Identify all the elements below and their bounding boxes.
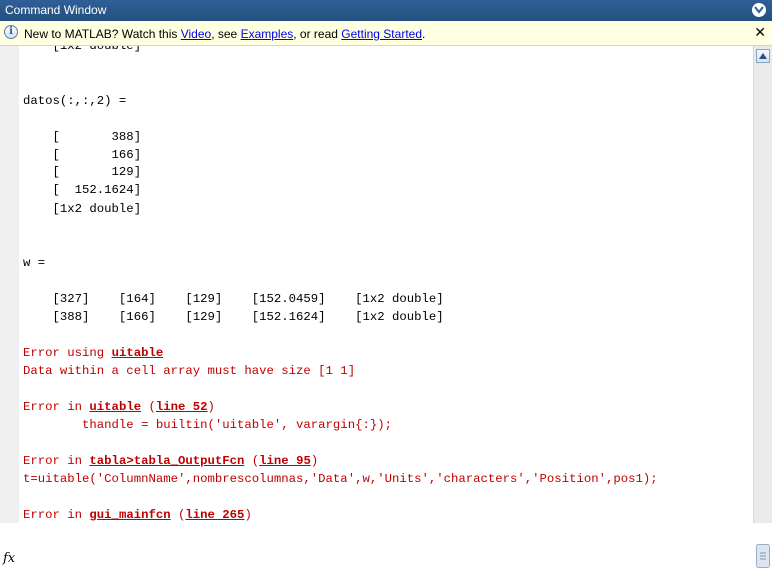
error-message: Data within a cell array must have size … <box>23 364 356 378</box>
banner-mid1: , see <box>211 27 241 41</box>
error-prefix: Error in <box>23 454 90 468</box>
error-function-link[interactable]: uitable <box>89 400 141 414</box>
new-to-matlab-banner: i New to MATLAB? Watch this Video, see E… <box>0 21 772 46</box>
banner-prefix: New to MATLAB? Watch this <box>24 27 181 41</box>
video-link[interactable]: Video <box>181 27 211 41</box>
prompt-gutter: fx <box>0 46 19 566</box>
error-source-line: thandle = builtin('uitable', varargin{:}… <box>23 418 392 432</box>
error-line-link[interactable]: line 95 <box>259 454 311 468</box>
info-icon: i <box>4 25 18 39</box>
scroll-up-arrow-icon[interactable] <box>756 49 770 63</box>
scrollbar-thumb[interactable] <box>756 544 770 568</box>
output-line: [388] [166] [129] [152.1624] [1x2 double… <box>23 310 444 324</box>
error-function-link[interactable]: gui_mainfcn <box>89 508 170 522</box>
output-line: datos(:,:,2) = <box>23 94 127 108</box>
error-source-line: t=uitable('ColumnName',nombrescolumnas,'… <box>23 472 658 486</box>
command-output[interactable]: [1x2 double] datos(:,:,2) = [ 388] [ 166… <box>19 46 753 523</box>
error-line: Error in uitable (line 52) <box>23 400 215 414</box>
output-line: [1x2 double] <box>23 202 142 216</box>
chevron-down-icon[interactable] <box>752 3 766 17</box>
function-browser-icon[interactable]: fx <box>3 551 15 566</box>
command-window-titlebar: Command Window <box>0 0 772 21</box>
close-icon[interactable]: ✕ <box>754 24 766 41</box>
getting-started-link[interactable]: Getting Started <box>341 27 422 41</box>
output-line: [ 152.1624] <box>23 183 142 197</box>
window-title: Command Window <box>5 3 107 17</box>
output-line: w = <box>23 256 46 270</box>
error-function-link[interactable]: tabla>tabla_OutputFcn <box>89 454 244 468</box>
error-line: Error in tabla>tabla_OutputFcn (line 95) <box>23 454 319 468</box>
error-prefix: Error in <box>23 508 90 522</box>
output-line: [ 129] <box>23 165 142 179</box>
output-line: [1x2 double] <box>23 46 142 53</box>
error-function-link[interactable]: uitable <box>112 346 164 360</box>
error-prefix: Error in <box>23 400 90 414</box>
banner-message: New to MATLAB? Watch this Video, see Exa… <box>24 27 425 41</box>
vertical-scrollbar[interactable] <box>753 46 772 568</box>
banner-mid2: , or read <box>293 27 342 41</box>
error-line: Error in gui_mainfcn (line 265) <box>23 508 252 522</box>
error-prefix: Error using <box>23 346 112 360</box>
output-line: [ 166] <box>23 148 142 162</box>
output-line: [327] [164] [129] [152.0459] [1x2 double… <box>23 292 444 306</box>
error-line-link[interactable]: line 265 <box>185 508 244 522</box>
error-line: Error using uitable <box>23 344 163 362</box>
error-line-link[interactable]: line 52 <box>156 400 208 414</box>
examples-link[interactable]: Examples <box>241 27 294 41</box>
banner-suffix: . <box>422 27 426 41</box>
output-line: [ 388] <box>23 130 142 144</box>
